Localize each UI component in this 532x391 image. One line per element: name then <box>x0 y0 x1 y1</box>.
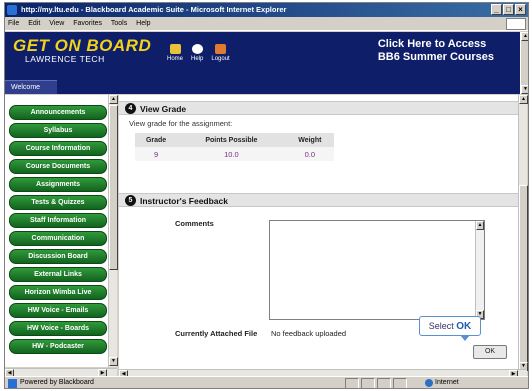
title-bar: http://my.ltu.edu - Blackboard Academic … <box>5 3 528 17</box>
windows-logo-icon <box>506 18 526 30</box>
help-link[interactable]: Help <box>191 44 203 62</box>
promo-line2: BB6 Summer Courses <box>377 51 494 63</box>
sidebar-item-tests-quizzes[interactable]: Tests & Quizzes <box>9 195 107 210</box>
site-header: GET ON BOARD LAWRENCE TECH Home Help Log… <box>5 32 528 94</box>
maximize-button[interactable]: □ <box>503 4 514 15</box>
menu-help[interactable]: Help <box>136 20 150 27</box>
page-icon <box>8 379 17 388</box>
main-scroll-up-icon[interactable]: ▲ <box>519 95 528 104</box>
promo-line1: Click Here to Access <box>377 38 487 50</box>
menu-file[interactable]: File <box>8 20 19 27</box>
grade-header: Grade <box>135 133 178 147</box>
status-panel <box>345 378 359 388</box>
menu-edit[interactable]: Edit <box>28 20 40 27</box>
scroll-up-icon[interactable]: ▲ <box>521 32 528 41</box>
menu-favorites[interactable]: Favorites <box>73 20 102 27</box>
home-label: Home <box>167 56 184 62</box>
callout-text: Select <box>428 321 457 331</box>
instructor-feedback-title: Instructor's Feedback <box>140 196 228 206</box>
sidebar-item-communication[interactable]: Communication <box>9 231 107 246</box>
main-content: 4 View Grade View grade for the assignme… <box>119 95 518 371</box>
tab-welcome[interactable]: Welcome <box>5 80 57 94</box>
attached-file-value: No feedback uploaded <box>271 329 347 338</box>
sidebar: Announcements Syllabus Course Informatio… <box>5 95 118 378</box>
header-nav: Home Help Logout <box>167 44 230 62</box>
status-panel <box>361 378 375 388</box>
main-scroll-thumb[interactable] <box>519 185 528 363</box>
logo-subtitle: LAWRENCE TECH <box>25 54 105 64</box>
comments-scrollbar[interactable]: ▲ ▼ <box>475 221 484 319</box>
logout-link[interactable]: Logout <box>211 44 230 62</box>
minimize-button[interactable]: _ <box>491 4 502 15</box>
step-5-badge: 5 <box>125 195 136 206</box>
menu-bar: File Edit View Favorites Tools Help <box>5 17 528 31</box>
header-scrollbar[interactable]: ▲ ▼ <box>520 32 528 94</box>
comments-label: Comments <box>175 219 214 228</box>
sidebar-item-assignments[interactable]: Assignments <box>9 177 107 192</box>
grade-description: View grade for the assignment: <box>129 119 233 128</box>
sidebar-scroll-up-icon[interactable]: ▲ <box>109 95 118 104</box>
comments-textarea[interactable]: ▲ ▼ <box>269 220 485 320</box>
logout-label: Logout <box>211 56 230 62</box>
ok-button[interactable]: OK <box>473 345 507 359</box>
logout-icon <box>215 44 227 54</box>
globe-icon <box>425 379 433 387</box>
view-grade-title: View Grade <box>140 104 187 114</box>
summer-courses-link[interactable]: Click Here to Access BB6 Summer Courses <box>378 38 494 64</box>
section-view-grade: 4 View Grade <box>119 101 518 115</box>
sidebar-item-announcements[interactable]: Announcements <box>9 105 107 120</box>
points-value: 10.0 <box>177 147 286 161</box>
sidebar-scroll-thumb[interactable] <box>109 105 118 270</box>
grade-value: 9 <box>135 147 178 161</box>
sidebar-item-hw-voice-emails[interactable]: HW Voice - Emails <box>9 303 107 318</box>
sidebar-item-hw-podcaster[interactable]: HW - Podcaster <box>9 339 107 354</box>
callout-ok-text: OK <box>456 321 472 332</box>
sidebar-item-discussion-board[interactable]: Discussion Board <box>9 249 107 264</box>
logo-title[interactable]: GET ON BOARD <box>13 36 151 56</box>
weight-value: 0.0 <box>285 147 334 161</box>
select-ok-callout: Select OK <box>419 316 481 341</box>
sidebar-scroll-down-icon[interactable]: ▼ <box>109 357 118 366</box>
sidebar-item-external-links[interactable]: External Links <box>9 267 107 282</box>
grade-table: Grade Points Possible Weight 9 10.0 0.0 <box>135 133 334 161</box>
attached-file-label: Currently Attached File <box>175 329 258 338</box>
main-scrollbar[interactable]: ▲ ▼ <box>518 95 528 371</box>
grade-table-header: Grade Points Possible Weight <box>135 133 334 147</box>
help-icon <box>191 44 203 54</box>
status-panel <box>377 378 391 388</box>
ie-icon <box>7 5 17 15</box>
table-row: 9 10.0 0.0 <box>135 147 334 161</box>
weight-header: Weight <box>285 133 334 147</box>
status-panel <box>393 378 407 388</box>
step-4-badge: 4 <box>125 103 136 114</box>
window-title: http://my.ltu.edu - Blackboard Academic … <box>21 5 287 14</box>
points-header: Points Possible <box>177 133 286 147</box>
browser-window: http://my.ltu.edu - Blackboard Academic … <box>4 2 529 389</box>
sidebar-item-horizon-wimba-live[interactable]: Horizon Wimba Live <box>9 285 107 300</box>
sidebar-item-staff-information[interactable]: Staff Information <box>9 213 107 228</box>
sidebar-item-hw-voice-boards[interactable]: HW Voice - Boards <box>9 321 107 336</box>
home-icon <box>169 44 181 54</box>
menu-tools[interactable]: Tools <box>111 20 127 27</box>
close-button[interactable]: × <box>515 4 526 15</box>
security-zone: Internet <box>435 379 459 386</box>
help-label: Help <box>191 56 204 62</box>
home-link[interactable]: Home <box>167 44 183 62</box>
menu-view[interactable]: View <box>49 20 64 27</box>
sidebar-item-course-information[interactable]: Course Information <box>9 141 107 156</box>
course-menu: Announcements Syllabus Course Informatio… <box>5 95 108 367</box>
comments-scroll-up-icon[interactable]: ▲ <box>476 221 484 230</box>
status-text: Powered by Blackboard <box>20 379 94 386</box>
status-bar: Powered by Blackboard Internet <box>5 376 528 388</box>
sidebar-item-syllabus[interactable]: Syllabus <box>9 123 107 138</box>
section-instructor-feedback: 5 Instructor's Feedback <box>119 193 518 207</box>
sidebar-scrollbar[interactable]: ▲ ▼ <box>108 95 118 367</box>
sidebar-item-course-documents[interactable]: Course Documents <box>9 159 107 174</box>
scroll-down-icon[interactable]: ▼ <box>521 85 528 94</box>
